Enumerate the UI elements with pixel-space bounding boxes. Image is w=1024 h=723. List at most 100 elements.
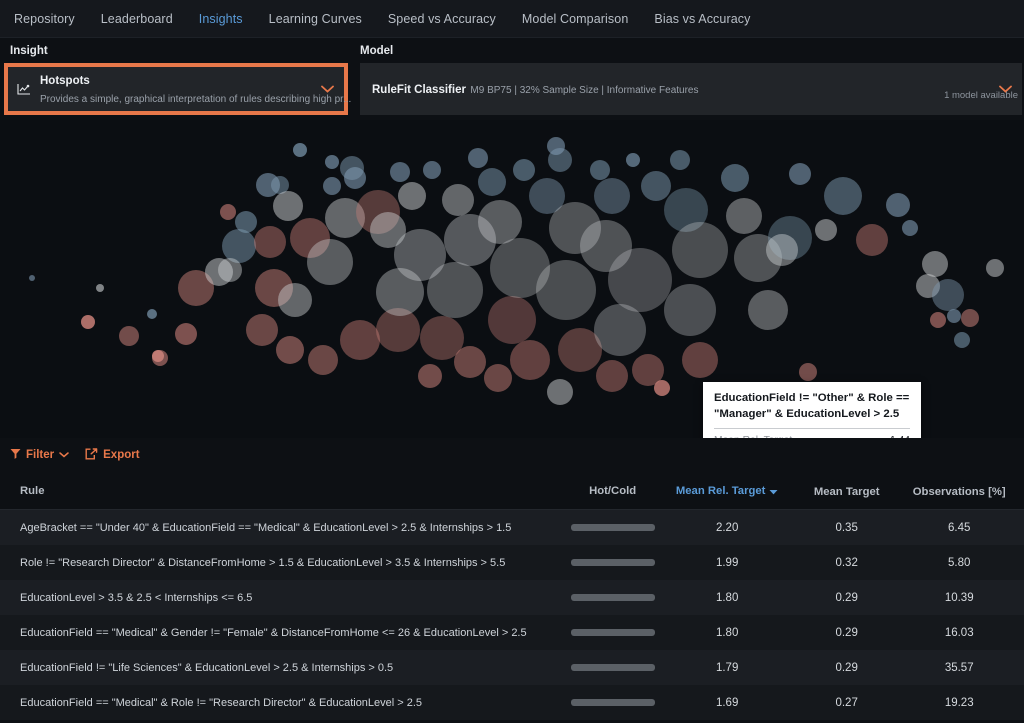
bubble[interactable] — [766, 234, 798, 266]
bubble[interactable] — [478, 200, 522, 244]
column-header-mean-rel-target-wrap[interactable]: Mean Rel. Target — [667, 481, 787, 500]
column-header-mean-target-wrap[interactable]: Mean Target — [787, 482, 907, 500]
bubble[interactable] — [246, 314, 278, 346]
bubble[interactable] — [547, 137, 565, 155]
export-button[interactable]: Export — [85, 447, 140, 463]
table-row[interactable]: EducationLevel > 3.5 & 2.5 < Internships… — [0, 580, 1024, 615]
bubble[interactable] — [670, 150, 690, 170]
bubble[interactable] — [590, 160, 610, 180]
bubble[interactable] — [932, 279, 964, 311]
table-row[interactable]: AgeBracket == "Under 40" & EducationFiel… — [0, 510, 1024, 545]
bubble[interactable] — [580, 220, 632, 272]
bubble[interactable] — [654, 380, 670, 396]
bubble[interactable] — [235, 211, 257, 233]
bubble[interactable] — [922, 251, 948, 277]
bubble[interactable] — [886, 193, 910, 217]
bubble[interactable] — [510, 340, 550, 380]
bubble[interactable] — [147, 309, 157, 319]
bubble[interactable] — [856, 224, 888, 256]
bubble[interactable] — [454, 346, 486, 378]
bubble[interactable] — [468, 148, 488, 168]
bubble[interactable] — [340, 320, 380, 360]
bubble[interactable] — [307, 239, 353, 285]
bubble[interactable] — [726, 198, 762, 234]
bubble[interactable] — [547, 379, 573, 405]
nav-item-learning-curves[interactable]: Learning Curves — [269, 12, 362, 26]
bubble[interactable] — [370, 212, 406, 248]
bubble[interactable] — [293, 143, 307, 157]
nav-item-model-comparison[interactable]: Model Comparison — [522, 12, 629, 26]
bubble[interactable] — [672, 222, 728, 278]
bubble[interactable] — [273, 191, 303, 221]
bubble[interactable] — [427, 262, 483, 318]
bubble[interactable] — [986, 259, 1004, 277]
bubble[interactable] — [308, 345, 338, 375]
bubble[interactable] — [325, 155, 339, 169]
column-header-hotcold-wrap[interactable]: Hot/Cold — [558, 485, 668, 497]
nav-item-speed-vs-accuracy[interactable]: Speed vs Accuracy — [388, 12, 496, 26]
bubble[interactable] — [815, 219, 837, 241]
bubble[interactable] — [947, 309, 961, 323]
column-header-observations: Observations [%] — [912, 485, 1006, 498]
column-header-observations-wrap[interactable]: Observations [%] — [906, 482, 1016, 500]
bubble[interactable] — [175, 323, 197, 345]
table-row[interactable]: EducationField == "Medical" & Role != "R… — [0, 685, 1024, 720]
nav-item-insights[interactable]: Insights — [199, 12, 243, 26]
bubble[interactable] — [152, 350, 164, 362]
bubble[interactable] — [682, 342, 718, 378]
bubble[interactable] — [536, 260, 596, 320]
table-header-row: Rule Hot/Cold Mean Rel. Target Mean Targ… — [0, 472, 1024, 510]
table-row[interactable]: EducationField != "Life Sciences" & Educ… — [0, 650, 1024, 685]
bubble[interactable] — [902, 220, 918, 236]
nav-item-bias-vs-accuracy[interactable]: Bias vs Accuracy — [654, 12, 750, 26]
bubble[interactable] — [488, 296, 536, 344]
bubble[interactable] — [398, 182, 426, 210]
bubble[interactable] — [323, 177, 341, 195]
bubble[interactable] — [664, 284, 716, 336]
bubble[interactable] — [594, 178, 630, 214]
bubble[interactable] — [96, 284, 104, 292]
bubble[interactable] — [478, 168, 506, 196]
bubble[interactable] — [254, 226, 286, 258]
bubble[interactable] — [119, 326, 139, 346]
bubble[interactable] — [748, 290, 788, 330]
insight-selector-card[interactable]: Hotspots Provides a simple, graphical in… — [4, 63, 351, 115]
nav-item-leaderboard[interactable]: Leaderboard — [101, 12, 173, 26]
chevron-down-icon[interactable] — [321, 85, 334, 93]
bubble[interactable] — [961, 309, 979, 327]
bubble[interactable] — [954, 332, 970, 348]
bubble[interactable] — [418, 364, 442, 388]
column-header-mean-rel-target: Mean Rel. Target — [675, 485, 766, 497]
bubble[interactable] — [29, 275, 35, 281]
bubble[interactable] — [799, 363, 817, 381]
column-header-hotcold: Hot/Cold — [589, 484, 637, 497]
bubble[interactable] — [442, 184, 474, 216]
bubble[interactable] — [626, 153, 640, 167]
bubble[interactable] — [596, 360, 628, 392]
bubble[interactable] — [824, 177, 862, 215]
cell-mean-rel-target: 1.80 — [715, 591, 739, 604]
bubble[interactable] — [218, 258, 242, 282]
bubble[interactable] — [276, 336, 304, 364]
bubble[interactable] — [220, 204, 236, 220]
table-row[interactable]: EducationField == "Medical" & Gender != … — [0, 615, 1024, 650]
model-selector-card[interactable]: RuleFit Classifier M9 BP75 | 32% Sample … — [360, 63, 1022, 115]
bubble[interactable] — [222, 229, 256, 263]
hotspots-bubble-chart[interactable]: EducationField != "Other" & Role == "Man… — [0, 120, 1024, 438]
bubble[interactable] — [641, 171, 671, 201]
bubble[interactable] — [278, 283, 312, 317]
table-row[interactable]: Role != "Research Director" & DistanceFr… — [0, 545, 1024, 580]
bubble[interactable] — [789, 163, 811, 185]
bubble[interactable] — [930, 312, 946, 328]
column-header-rule[interactable]: Rule — [0, 485, 558, 497]
bubble[interactable] — [513, 159, 535, 181]
model-available-note: 1 model available — [944, 90, 1018, 101]
nav-item-repository[interactable]: Repository — [14, 12, 75, 26]
bubble[interactable] — [81, 315, 95, 329]
bubble[interactable] — [390, 162, 410, 182]
bubble[interactable] — [423, 161, 441, 179]
bubble[interactable] — [484, 364, 512, 392]
filter-button[interactable]: Filter — [10, 448, 69, 462]
bubble[interactable] — [340, 156, 364, 180]
bubble[interactable] — [721, 164, 749, 192]
